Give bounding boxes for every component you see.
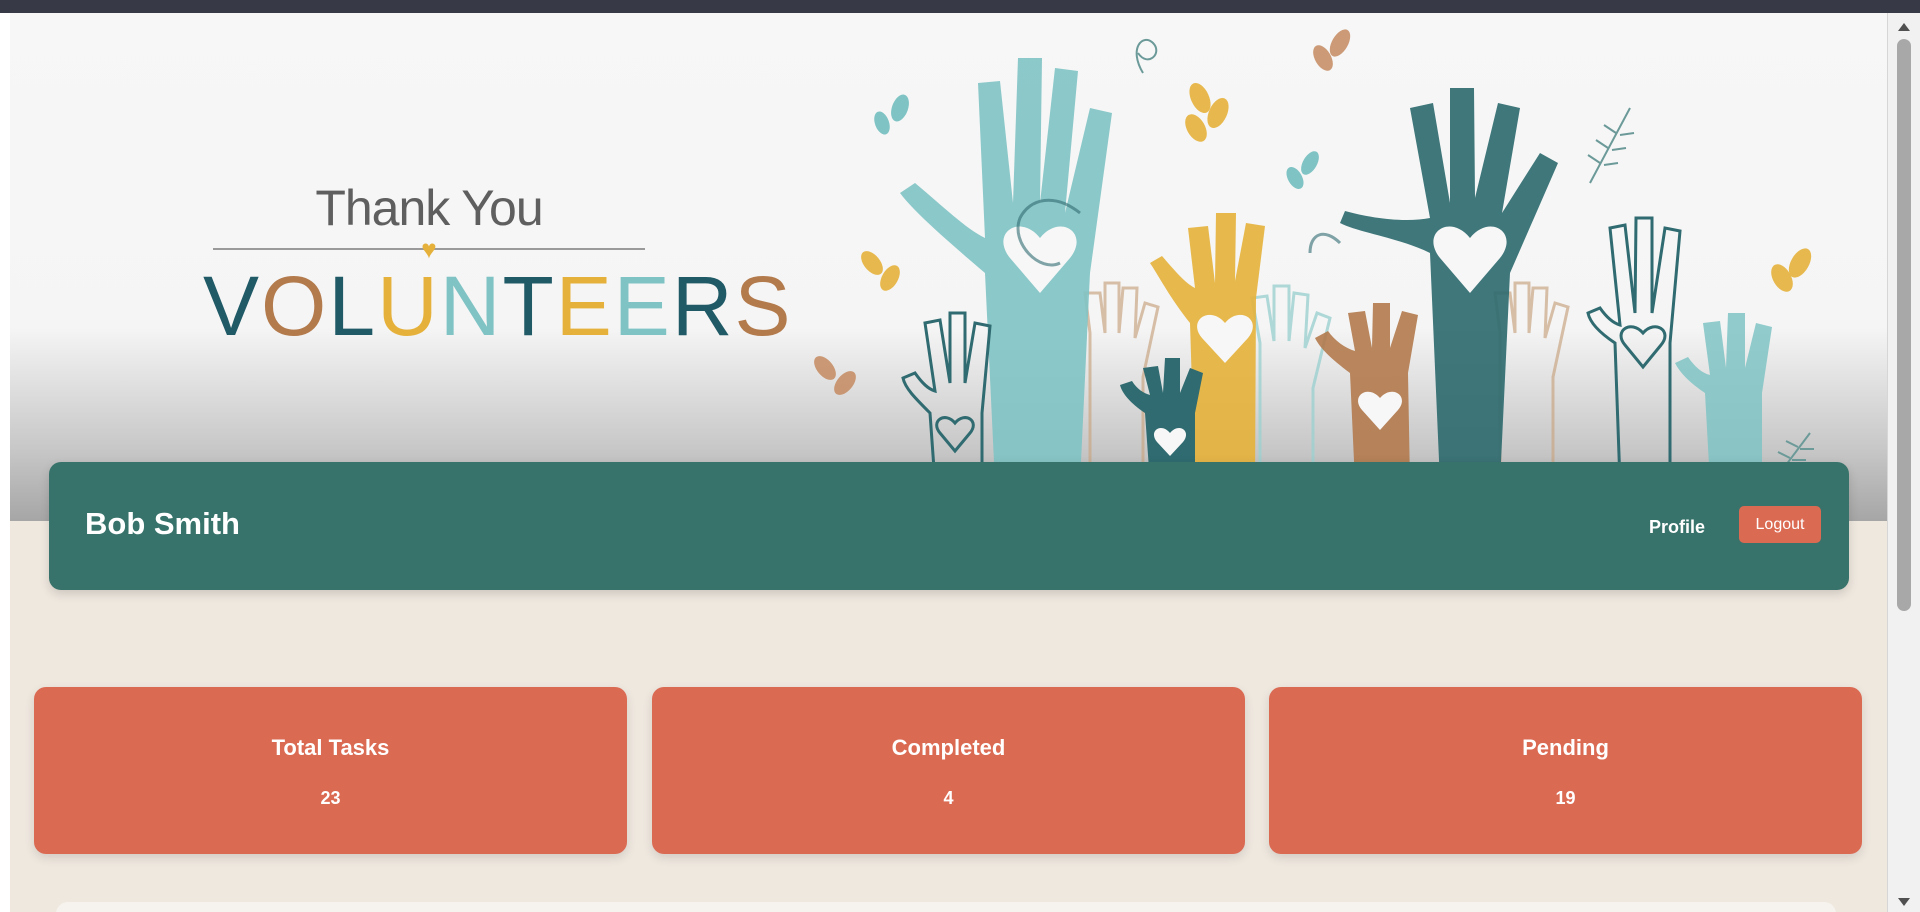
stat-title: Pending	[1522, 735, 1609, 760]
user-header-bar: Bob Smith Profile Logout	[49, 462, 1849, 590]
stat-value: 19	[1555, 788, 1576, 808]
scroll-up-arrow-icon[interactable]	[1898, 23, 1910, 31]
hero-divider: ♥	[213, 234, 645, 264]
thank-you-volunteers-logo: Thank You ♥ VOLUNTEERS	[203, 178, 793, 358]
user-name: Bob Smith	[85, 506, 240, 541]
stat-title: Completed	[891, 735, 1006, 760]
stat-card-total-tasks: Total Tasks 23	[34, 687, 627, 854]
stat-card-pending: Pending 19	[1269, 687, 1862, 854]
stat-title: Total Tasks	[271, 735, 390, 760]
page-scrollbar[interactable]	[1887, 13, 1920, 912]
scroll-thumb[interactable]	[1897, 39, 1911, 611]
hero-thank-text: Thank You	[315, 180, 543, 236]
stat-value: 23	[320, 788, 341, 808]
hero-volunteers-text: VOLUNTEERS	[203, 259, 793, 353]
page: Thank You ♥ VOLUNTEERS Bob Smith Profile…	[10, 13, 1887, 912]
browser-top-strip	[0, 0, 1920, 13]
scroll-down-arrow-icon[interactable]	[1898, 898, 1910, 906]
hero-banner: Thank You ♥ VOLUNTEERS	[10, 13, 1887, 521]
heart-icon: ♥	[421, 234, 437, 264]
stat-card-completed: Completed 4	[652, 687, 1245, 854]
logout-button[interactable]: Logout	[1739, 506, 1821, 543]
content-panel	[56, 902, 1836, 912]
profile-link[interactable]: Profile	[1649, 517, 1705, 538]
stat-value: 4	[943, 788, 954, 808]
